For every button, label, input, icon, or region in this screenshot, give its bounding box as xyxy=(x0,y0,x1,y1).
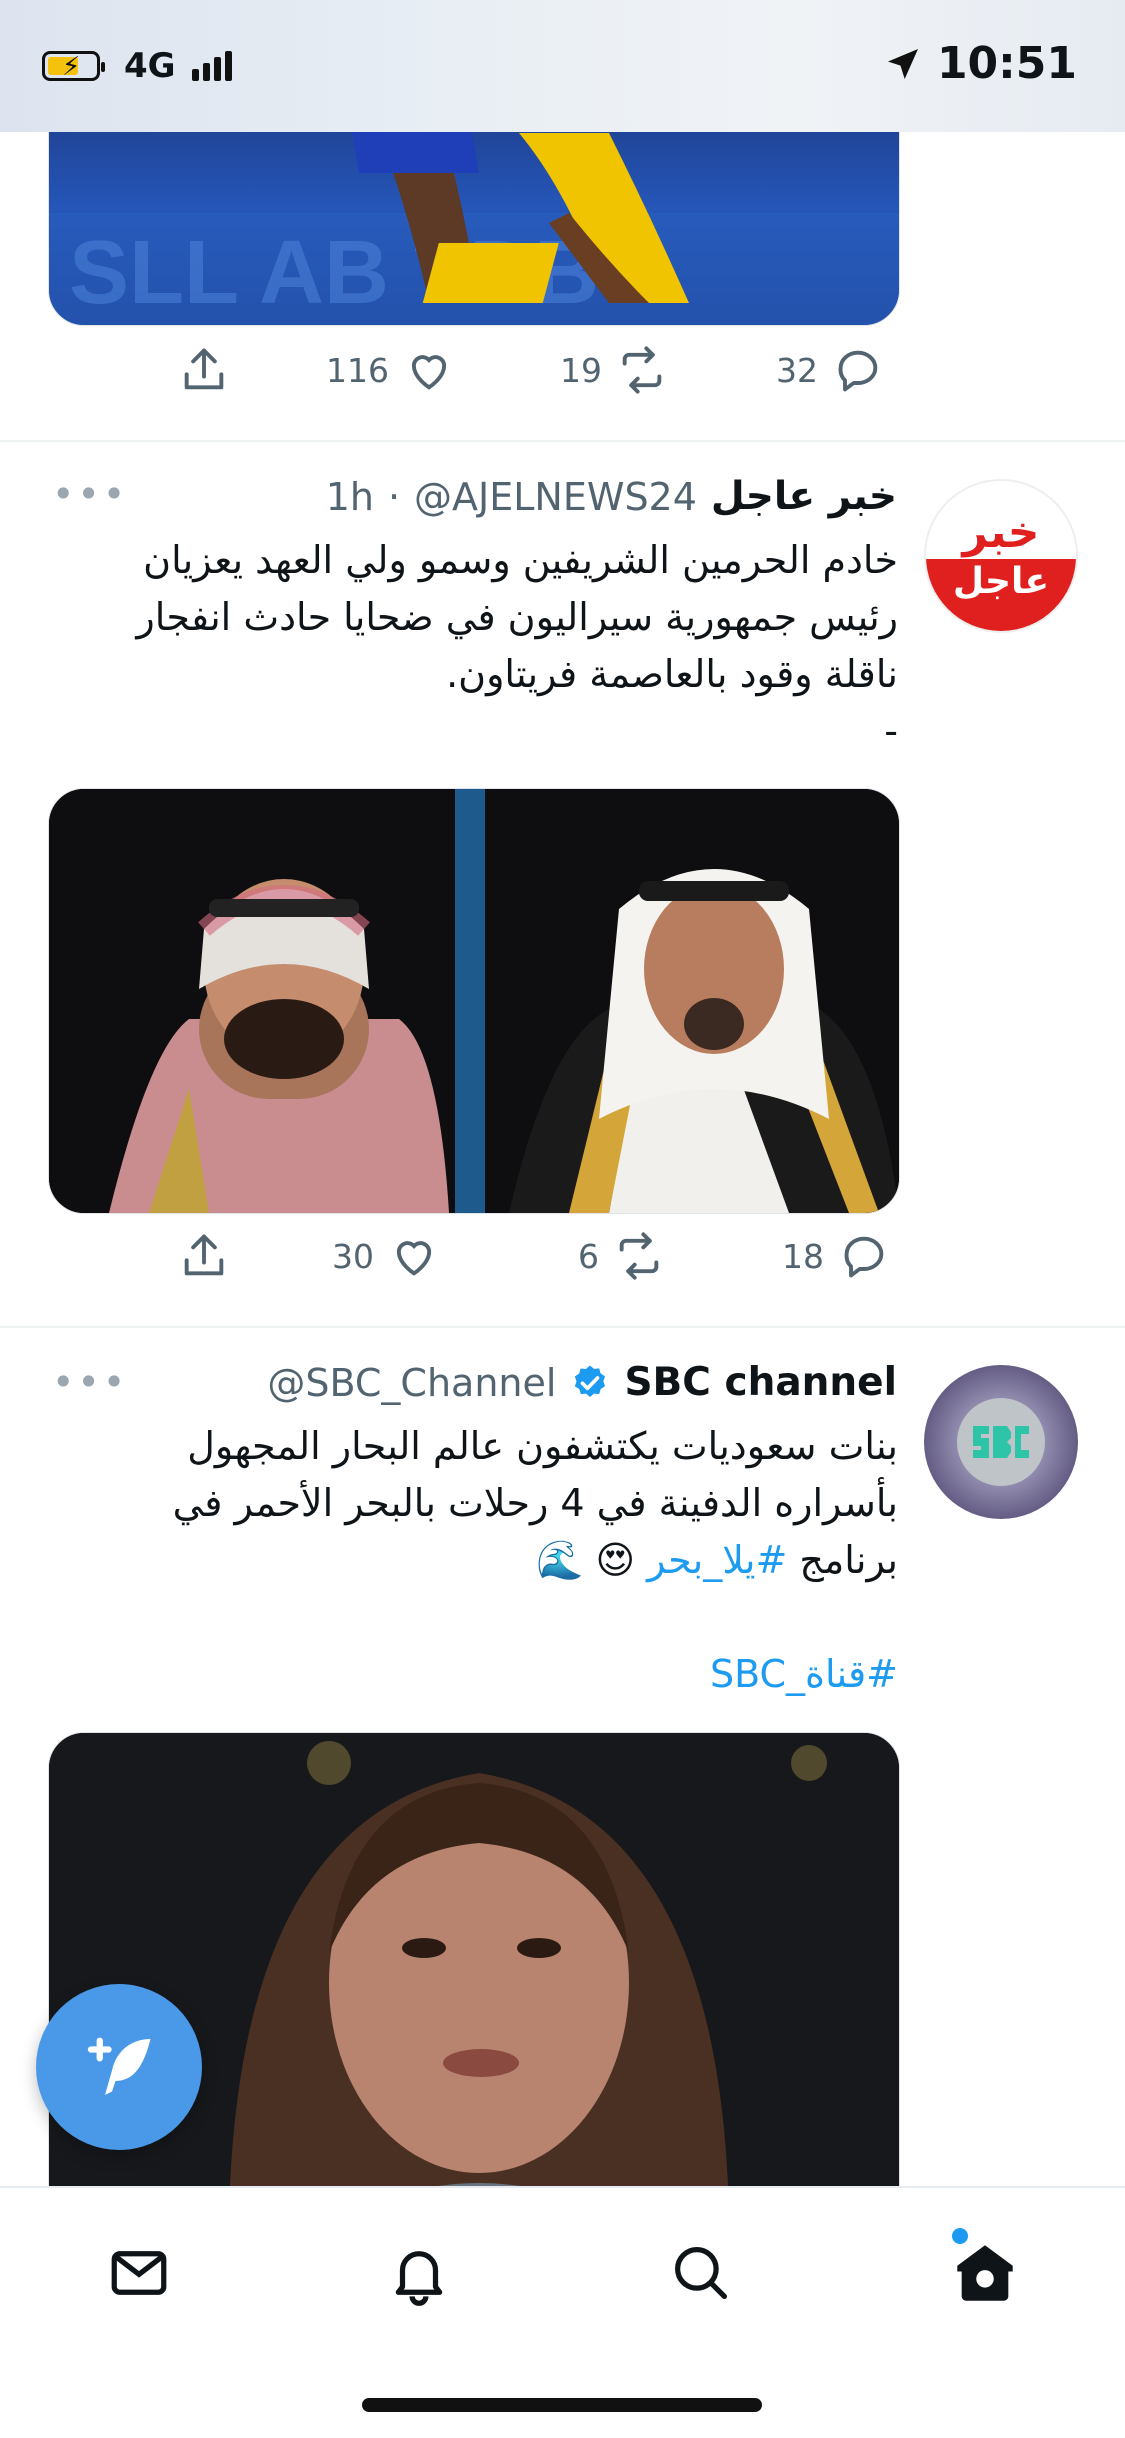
tweet-text: بنات سعوديات يكتشفون عالم البحار المجهول… xyxy=(172,1424,898,1696)
bell-icon xyxy=(395,2251,443,2306)
reply-icon xyxy=(838,350,878,392)
reply-action[interactable]: 32 xyxy=(776,344,884,396)
mail-icon xyxy=(111,2251,167,2295)
avatar[interactable]: خبر عاجل xyxy=(924,479,1078,633)
verified-badge-icon xyxy=(575,1365,606,1397)
share-icon xyxy=(184,348,224,390)
signal-icon xyxy=(191,51,232,81)
avatar-text-bottom: عاجل xyxy=(952,561,1050,602)
battery-icon: ⚡ xyxy=(42,51,105,82)
retweet-count: 19 xyxy=(560,350,602,390)
tweet-header: 1h · @AJELNEWS24 خبر عاجل xyxy=(325,474,897,519)
user-handle[interactable]: @AJELNEWS24 xyxy=(414,475,697,519)
location-arrow-icon xyxy=(887,48,918,79)
hashtag-link[interactable]: #قناة_SBC xyxy=(710,1652,898,1696)
status-right: 10:51 xyxy=(883,38,1077,89)
reply-icon xyxy=(844,1236,884,1278)
like-action[interactable]: 116 xyxy=(326,344,455,396)
status-bar: ⚡ 4G 10:51 xyxy=(0,0,1125,132)
status-left: ⚡ 4G xyxy=(42,46,232,86)
retweet-count: 6 xyxy=(578,1236,599,1276)
emoji: 😍 🌊 xyxy=(536,1538,636,1582)
new-content-dot xyxy=(952,2228,968,2244)
like-icon xyxy=(411,355,447,390)
tweet-actions: 116 19 32 xyxy=(48,344,898,404)
share-action[interactable] xyxy=(178,344,230,396)
home-icon xyxy=(957,2245,1013,2301)
tab-notifications[interactable] xyxy=(374,2228,464,2318)
retweet-action[interactable]: 6 xyxy=(578,1230,665,1282)
more-options-icon[interactable]: ••• xyxy=(52,1360,128,1404)
hashtag-link[interactable]: #يلا_بحر xyxy=(647,1538,787,1582)
retweet-icon xyxy=(622,346,662,394)
network-type: 4G xyxy=(124,46,176,86)
user-handle[interactable]: @SBC_Channel xyxy=(267,1361,556,1405)
compose-tweet-button[interactable] xyxy=(36,1984,202,2150)
text-prefix: برنامج xyxy=(787,1538,898,1582)
tweet-image-soccer[interactable]: SLL AB TDB xyxy=(48,132,900,326)
share-icon xyxy=(184,1234,224,1276)
reply-action[interactable]: 18 xyxy=(782,1230,890,1282)
tab-search[interactable] xyxy=(656,2228,746,2318)
user-name[interactable]: SBC channel xyxy=(624,1360,897,1405)
clock: 10:51 xyxy=(936,38,1077,89)
tweet-image-portraits[interactable] xyxy=(48,788,900,1214)
like-count: 116 xyxy=(326,350,389,390)
home-indicator xyxy=(362,2398,762,2412)
tab-messages[interactable] xyxy=(94,2228,184,2318)
divider xyxy=(0,440,1125,442)
retweet-action[interactable]: 19 xyxy=(560,344,668,396)
tweet-text: خادم الحرمين الشريفين وسمو ولي العهد يعز… xyxy=(136,538,898,753)
timeline-feed[interactable]: SLL AB TDB 116 19 32 خبر عاجل ••• 1h · @… xyxy=(0,132,1125,2186)
like-icon xyxy=(396,1241,432,1276)
soccer-photo: SLL AB TDB xyxy=(49,132,899,325)
tweet-header: @SBC_Channel SBC channel xyxy=(267,1360,897,1405)
retweet-icon xyxy=(619,1232,659,1280)
like-action[interactable]: 30 xyxy=(332,1230,440,1282)
tweet-time: 1h xyxy=(325,474,374,519)
divider xyxy=(0,1326,1125,1328)
share-action[interactable] xyxy=(178,1230,230,1282)
compose-icon xyxy=(87,2037,151,2095)
user-name[interactable]: خبر عاجل xyxy=(711,474,897,519)
tweet-actions: 30 6 18 xyxy=(48,1230,898,1290)
avatar[interactable] xyxy=(924,1365,1078,1519)
sbc-logo-icon xyxy=(973,1426,1029,1458)
portraits-photo xyxy=(49,789,899,1213)
search-icon xyxy=(675,2247,727,2299)
like-count: 30 xyxy=(332,1236,374,1276)
tab-home[interactable] xyxy=(940,2228,1030,2318)
more-options-icon[interactable]: ••• xyxy=(52,472,128,516)
reply-count: 18 xyxy=(782,1236,824,1276)
reply-count: 32 xyxy=(776,350,818,390)
avatar-text-top: خبر xyxy=(962,507,1040,558)
